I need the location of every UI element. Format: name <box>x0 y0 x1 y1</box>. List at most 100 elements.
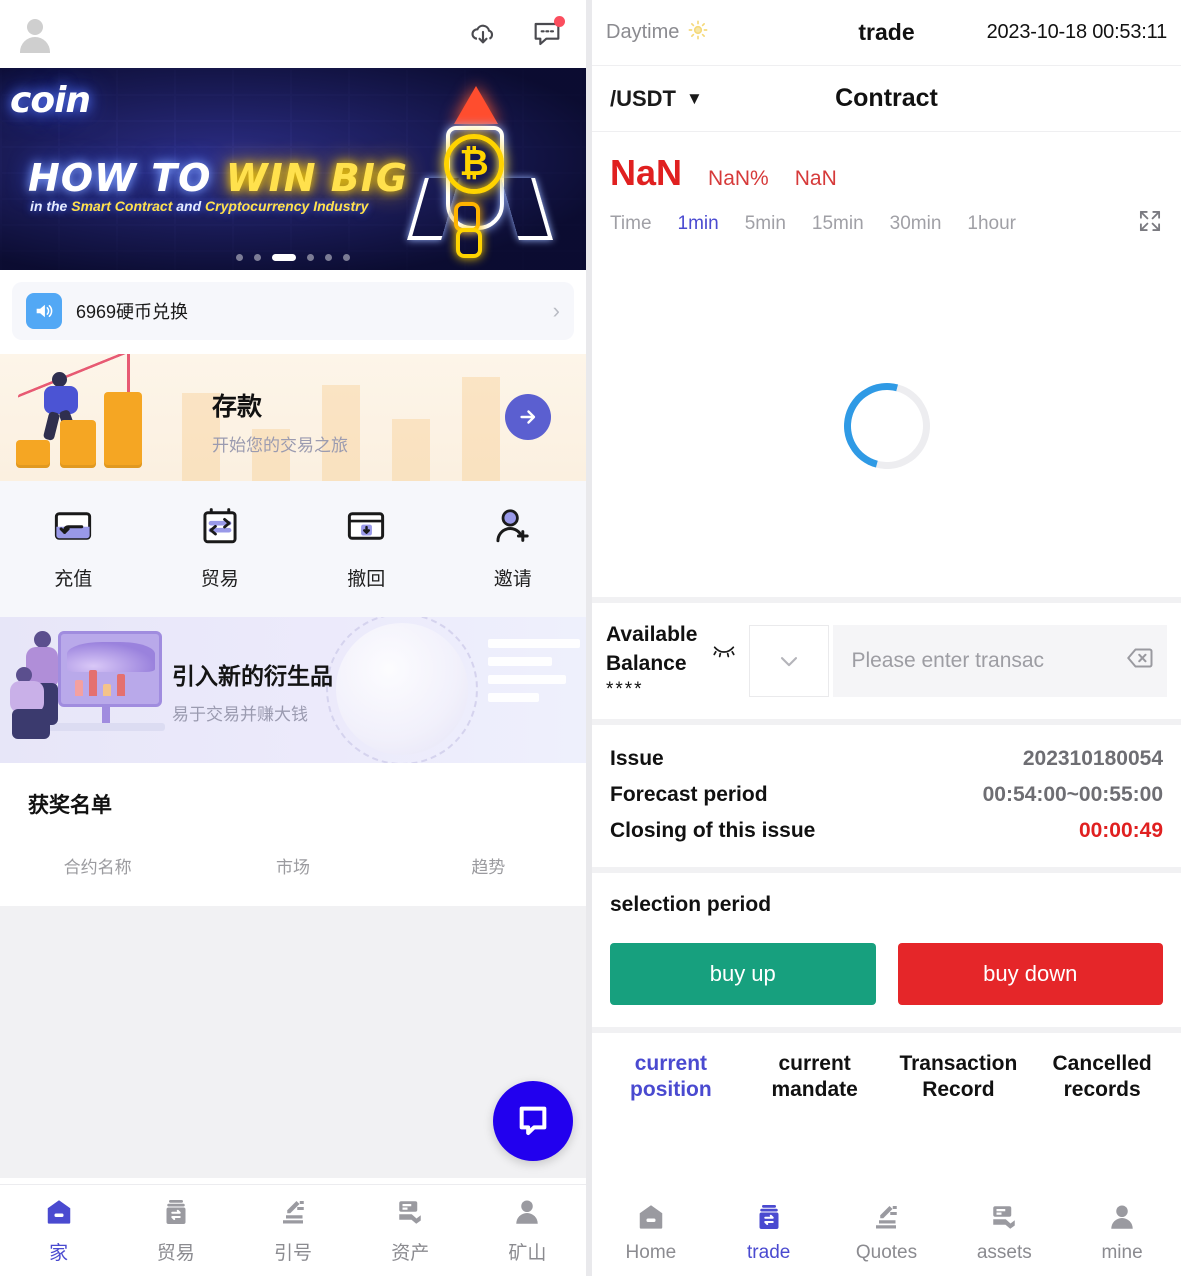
cloud-download-icon[interactable] <box>466 17 500 51</box>
backspace-delete-icon[interactable] <box>1125 643 1155 678</box>
quick-action-label: 充值 <box>54 569 93 590</box>
tab-line1: Transaction <box>899 1051 1018 1075</box>
interval-1hour[interactable]: 1hour <box>967 213 1016 235</box>
buy-down-button[interactable]: buy down <box>897 942 1163 1005</box>
pair-label: /USDT <box>610 85 676 111</box>
home-icon <box>636 1202 666 1237</box>
interval-5min[interactable]: 5min <box>745 213 786 235</box>
quick-action-withdraw[interactable]: 撤回 <box>293 505 440 591</box>
banner-subline-mid: and <box>172 198 206 214</box>
tab-transaction-record[interactable]: Transaction Record <box>890 1051 1028 1104</box>
notice-bar[interactable]: 6969硬币兑换 › <box>12 282 574 340</box>
chat-bubble-icon[interactable] <box>493 1081 573 1161</box>
amount-input-placeholder: Please enter transac <box>851 648 1045 672</box>
buy-up-button[interactable]: buy up <box>610 942 876 1005</box>
deposit-banner[interactable]: 存款 开始您的交易之旅 <box>0 354 586 481</box>
bottomnav-label: assets <box>976 1242 1032 1263</box>
rocket-nose <box>450 82 502 126</box>
sidebar-item-trade[interactable]: 贸易 <box>117 1197 234 1265</box>
bottomnav-item-assets[interactable]: assets <box>945 1202 1063 1264</box>
interval-15min[interactable]: 15min <box>812 213 864 235</box>
info-value: 202310180054 <box>1022 746 1163 770</box>
change-percent: NaN% <box>708 167 769 190</box>
amount-input-wrapper[interactable]: Please enter transac <box>833 624 1167 697</box>
carousel-dot[interactable] <box>236 254 243 261</box>
banner-headline-highlight: WIN BIG <box>225 156 409 200</box>
bitcoin-coin-icon: ₿ <box>444 134 504 194</box>
monitor-bar <box>117 674 125 696</box>
quotes-icon <box>871 1202 901 1237</box>
tab-current-position[interactable]: current position <box>602 1051 740 1104</box>
deposit-go-button[interactable] <box>505 394 551 440</box>
chevron-right-icon[interactable]: › <box>553 298 560 324</box>
rocket-illustration: ₿ <box>402 82 553 262</box>
message-badge-dot <box>554 16 565 27</box>
info-value-countdown: 00:00:49 <box>1078 818 1163 842</box>
daytime-label: Daytime <box>606 21 680 43</box>
monitor-screen <box>58 631 162 707</box>
sidebar-item-home[interactable]: 家 <box>0 1197 117 1265</box>
tab-line2: records <box>1063 1078 1141 1102</box>
expand-fullscreen-icon[interactable] <box>1137 208 1163 239</box>
kline-chart-area[interactable] <box>592 255 1181 603</box>
info-row-closing-countdown: Closing of this issue 00:00:49 <box>610 813 1163 849</box>
winners-list-title: 获奖名单 <box>28 794 112 817</box>
last-price: NaN <box>610 152 683 193</box>
eye-closed-icon[interactable] <box>711 636 737 667</box>
person-2-legs <box>12 709 50 739</box>
tab-cancelled-records[interactable]: Cancelled records <box>1033 1051 1171 1104</box>
derivatives-illustration <box>10 625 170 755</box>
sidebar-label: 家 <box>49 1242 69 1264</box>
tab-line1: Cancelled <box>1052 1051 1152 1075</box>
current-datetime: 2023-10-18 00:53:11 <box>986 21 1168 43</box>
bottomnav-item-mine[interactable]: mine <box>1063 1202 1181 1264</box>
carousel-dot[interactable] <box>254 254 261 261</box>
assets-icon <box>989 1202 1019 1237</box>
banner-headline: HOW TO WIN BIG <box>28 156 408 200</box>
carousel-dot[interactable] <box>307 254 314 261</box>
tab-line1: current <box>634 1051 708 1075</box>
person-1-body <box>26 647 58 685</box>
interval-30min[interactable]: 30min <box>890 213 942 235</box>
carousel-dot[interactable] <box>343 254 350 261</box>
interval-1min[interactable]: 1min <box>678 213 719 235</box>
promo-banner-carousel[interactable]: coin HOW TO WIN BIG in the Smart Contrac… <box>0 68 586 270</box>
coin-stack-tall <box>104 392 142 468</box>
coin-stack-small <box>16 440 50 468</box>
carousel-dot-active[interactable] <box>272 254 296 261</box>
derivatives-text-group: 引入新的衍生品 易于交易并赚大钱 <box>172 657 333 725</box>
withdraw-icon <box>345 505 387 552</box>
quick-actions-row: 充值 贸易 撤回 邀请 <box>0 481 586 617</box>
winners-table-header: 合约名称 市场 趋势 <box>0 819 586 878</box>
quick-action-trade[interactable]: 贸易 <box>147 505 294 591</box>
daytime-toggle[interactable]: Daytime <box>606 19 709 47</box>
interval-tabs: Time 1min 5min 15min 30min 1hour <box>592 194 1181 255</box>
avatar[interactable] <box>14 13 56 55</box>
bottomnav-item-home[interactable]: Home <box>592 1202 710 1264</box>
amount-preset-dropdown[interactable] <box>749 624 830 697</box>
sidebar-item-quotes[interactable]: 引号 <box>234 1197 351 1265</box>
banner-subline-pre: in the <box>30 198 72 214</box>
deposit-subtitle: 开始您的交易之旅 <box>212 436 348 455</box>
bottomnav-item-quotes[interactable]: Quotes <box>828 1202 946 1264</box>
pair-selector[interactable]: /USDT ▼ <box>610 86 703 112</box>
message-icon[interactable] <box>530 16 565 51</box>
carousel-dot[interactable] <box>325 254 332 261</box>
quick-action-invite[interactable]: 邀请 <box>440 505 587 591</box>
quick-action-recharge[interactable]: 充值 <box>0 505 147 591</box>
chevron-down-icon: ▼ <box>686 88 703 108</box>
trade-icon <box>754 1202 784 1237</box>
notice-wrapper: 6969硬币兑换 › <box>0 270 586 340</box>
quick-action-label: 邀请 <box>493 569 532 590</box>
sidebar-item-assets[interactable]: 资产 <box>352 1197 469 1265</box>
trade-icon <box>161 1197 191 1232</box>
price-row: NaN NaN% NaN <box>592 132 1181 194</box>
monitor-wave-chart <box>67 642 155 672</box>
bottomnav-item-trade[interactable]: trade <box>710 1202 828 1264</box>
info-key: Forecast period <box>610 782 768 806</box>
tab-current-mandate[interactable]: current mandate <box>746 1051 884 1104</box>
monitor-bar <box>103 684 111 696</box>
carousel-dots[interactable] <box>0 254 586 261</box>
sidebar-item-mine[interactable]: 矿山 <box>469 1197 586 1265</box>
derivatives-banner[interactable]: 引入新的衍生品 易于交易并赚大钱 <box>0 617 586 763</box>
